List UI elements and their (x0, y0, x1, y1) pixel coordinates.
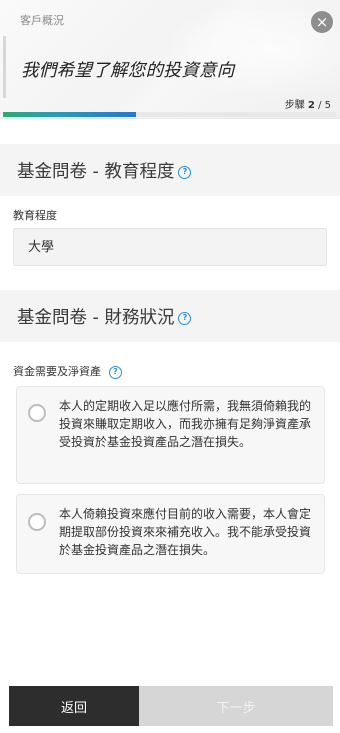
progress-bar (3, 112, 336, 117)
step-current: 2 (307, 100, 315, 111)
financial-field-label-text: 資金需要及淨資產 (13, 365, 101, 378)
financial-option-2[interactable]: 本人倚賴投資來應付目前的收入需要，本人會定期提取部份投資來來補充收入。我不能承受… (16, 494, 325, 574)
financial-option-1[interactable]: 本人的定期收入足以應付所需，我無須倚賴我的投資來賺取定期收入，而我亦擁有足夠淨資… (16, 386, 325, 484)
financial-section-title: 基金問卷 - 財務狀況? (17, 304, 192, 329)
financial-section-title-text: 基金問卷 - 財務狀況 (17, 308, 175, 328)
page-header: 客戶概況 × 我們希望了解您的投資意向 步驟 2 / 5 (0, 0, 340, 119)
info-icon[interactable]: ? (109, 365, 122, 379)
step-indicator: 步驟 2 / 5 (285, 96, 331, 111)
step-label: 步驟 (284, 100, 305, 111)
back-button[interactable]: 返回 (9, 686, 139, 726)
education-field-label: 教育程度 (13, 209, 57, 222)
option-text: 本人倚賴投資來應付目前的收入需要，本人會定期提取部份投資來來補充收入。我不能承受… (59, 507, 312, 557)
breadcrumb: 客戶概況 (20, 14, 64, 27)
education-section-header: 基金問卷 - 教育程度? (0, 144, 340, 196)
progress-bar-fill (3, 112, 137, 117)
education-section-title-text: 基金問卷 - 教育程度 (17, 162, 175, 182)
radio-button[interactable] (28, 513, 46, 531)
page-title: 我們希望了解您的投資意向 (21, 61, 235, 81)
option-text: 本人的定期收入足以應付所需，我無須倚賴我的投資來賺取定期收入，而我亦擁有足夠淨資… (59, 399, 312, 449)
close-icon[interactable]: × (311, 11, 333, 33)
info-icon[interactable]: ? (178, 165, 192, 179)
radio-button[interactable] (28, 404, 46, 422)
education-select[interactable]: 大學 (13, 228, 327, 266)
financial-section-header: 基金問卷 - 財務狀況? (0, 290, 340, 342)
next-button[interactable]: 下一步 (139, 686, 333, 726)
info-icon[interactable]: ? (178, 311, 192, 325)
footer-actions: 返回 下一步 (9, 686, 333, 726)
education-section-title: 基金問卷 - 教育程度? (17, 158, 192, 183)
step-total: / 5 (318, 100, 331, 111)
financial-field-label: 資金需要及淨資產? (13, 363, 122, 379)
header-divider (3, 36, 6, 98)
